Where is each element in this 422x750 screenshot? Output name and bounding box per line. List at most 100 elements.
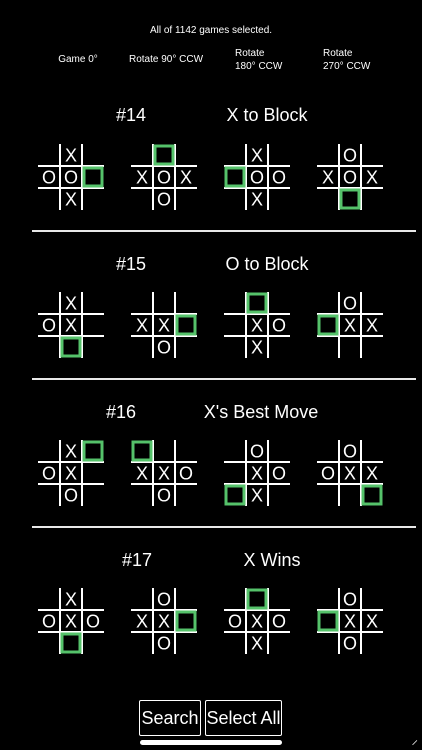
home-indicator	[140, 740, 282, 745]
game-board[interactable]: OXOX	[224, 440, 290, 506]
highlight-square	[224, 166, 246, 188]
o-mark: O	[157, 338, 171, 358]
highlight-square	[339, 188, 361, 210]
game-board[interactable]: OOXX	[317, 440, 383, 506]
x-mark: X	[136, 168, 148, 188]
section-number: #16	[105, 402, 137, 422]
game-board[interactable]: XOOX	[38, 144, 104, 210]
board-grid: XOXO	[131, 144, 197, 210]
o-mark: O	[250, 168, 264, 188]
x-mark: X	[251, 612, 263, 632]
x-mark: X	[158, 316, 170, 336]
column-header-rotate90: Rotate 90° CCW	[116, 53, 216, 66]
x-mark: X	[251, 146, 263, 166]
search-button[interactable]: Search	[139, 700, 201, 736]
section-number: #15	[115, 254, 147, 274]
game-board[interactable]: XOXO	[38, 588, 104, 654]
column-header-line2: 180° CCW	[235, 61, 283, 72]
x-mark: X	[136, 464, 148, 484]
board-grid: XOXO	[38, 440, 104, 506]
o-mark: O	[157, 634, 171, 654]
o-mark: O	[343, 634, 357, 654]
game-board[interactable]: XOX	[38, 292, 104, 358]
highlight-square	[131, 440, 153, 462]
game-board[interactable]: OXXO	[131, 588, 197, 654]
game-board[interactable]: OXXO	[317, 588, 383, 654]
section-divider	[32, 230, 416, 232]
x-mark: X	[65, 146, 77, 166]
highlight-square	[175, 610, 197, 632]
board-grid: XOX	[38, 292, 104, 358]
x-mark: X	[251, 190, 263, 210]
column-header-line1: Rotate	[323, 48, 353, 59]
o-mark: O	[86, 612, 100, 632]
column-header-line1: Game 0°	[58, 54, 98, 65]
highlight-square	[82, 440, 104, 462]
o-mark: O	[272, 612, 286, 632]
o-mark: O	[157, 590, 171, 610]
highlight-square	[153, 144, 175, 166]
board-grid: XO OX	[224, 144, 290, 210]
x-mark: X	[136, 316, 148, 336]
section-title: O to Block	[225, 254, 309, 274]
selection-summary: All of 1142 games selected.	[149, 25, 273, 36]
x-mark: X	[251, 634, 263, 654]
game-board[interactable]: OXOX	[317, 144, 383, 210]
game-board[interactable]: XOX	[224, 292, 290, 358]
o-mark: O	[42, 612, 56, 632]
board-grid: OX XO	[317, 588, 383, 654]
section-divider	[32, 526, 416, 528]
section-title: X's Best Move	[203, 402, 319, 422]
highlight-square	[175, 314, 197, 336]
section-title: X to Block	[226, 105, 308, 125]
x-mark: X	[366, 464, 378, 484]
highlight-square	[60, 336, 82, 358]
x-mark: X	[65, 464, 77, 484]
x-mark: X	[366, 316, 378, 336]
x-mark: X	[251, 486, 263, 506]
x-mark: X	[344, 612, 356, 632]
o-mark: O	[42, 316, 56, 336]
x-mark: X	[180, 168, 192, 188]
o-mark: O	[64, 486, 78, 506]
highlight-square	[82, 166, 104, 188]
o-mark: O	[272, 464, 286, 484]
game-board[interactable]: XXOO	[131, 440, 197, 506]
o-mark: O	[228, 612, 242, 632]
board-grid: OXOX	[224, 588, 290, 654]
x-mark: X	[136, 612, 148, 632]
x-mark: X	[65, 316, 77, 336]
section-number: #14	[115, 105, 147, 125]
highlight-square	[317, 610, 339, 632]
highlight-square	[224, 484, 246, 506]
board-grid: X X OO	[131, 440, 197, 506]
game-board[interactable]: XOOX	[224, 144, 290, 210]
game-board[interactable]: XOXO	[38, 440, 104, 506]
game-board[interactable]: XXO	[131, 292, 197, 358]
x-mark: X	[251, 316, 263, 336]
x-mark: X	[158, 612, 170, 632]
x-mark: X	[344, 464, 356, 484]
o-mark: O	[157, 486, 171, 506]
game-board[interactable]: XOXO	[131, 144, 197, 210]
section-divider	[32, 378, 416, 380]
o-mark: O	[272, 168, 286, 188]
board-grid: XO OX	[38, 144, 104, 210]
game-board[interactable]: OXX	[317, 292, 383, 358]
highlight-square	[361, 484, 383, 506]
column-header-line1: Rotate	[235, 48, 265, 59]
column-header-line1: Rotate 90° CCW	[128, 54, 204, 65]
highlight-square	[246, 292, 268, 314]
corner-mark: ⸝	[411, 732, 419, 747]
board-grid: OXOX	[224, 440, 290, 506]
column-header-line2: 270° CCW	[323, 61, 371, 72]
o-mark: O	[343, 146, 357, 166]
x-mark: X	[65, 612, 77, 632]
board-grid: XOX	[224, 292, 290, 358]
column-header-rotate180: Rotate 180° CCW	[235, 47, 295, 73]
o-mark: O	[343, 442, 357, 462]
x-mark: X	[251, 464, 263, 484]
o-mark: O	[343, 590, 357, 610]
select-all-button[interactable]: Select All	[205, 700, 282, 736]
game-board[interactable]: OXOX	[224, 588, 290, 654]
